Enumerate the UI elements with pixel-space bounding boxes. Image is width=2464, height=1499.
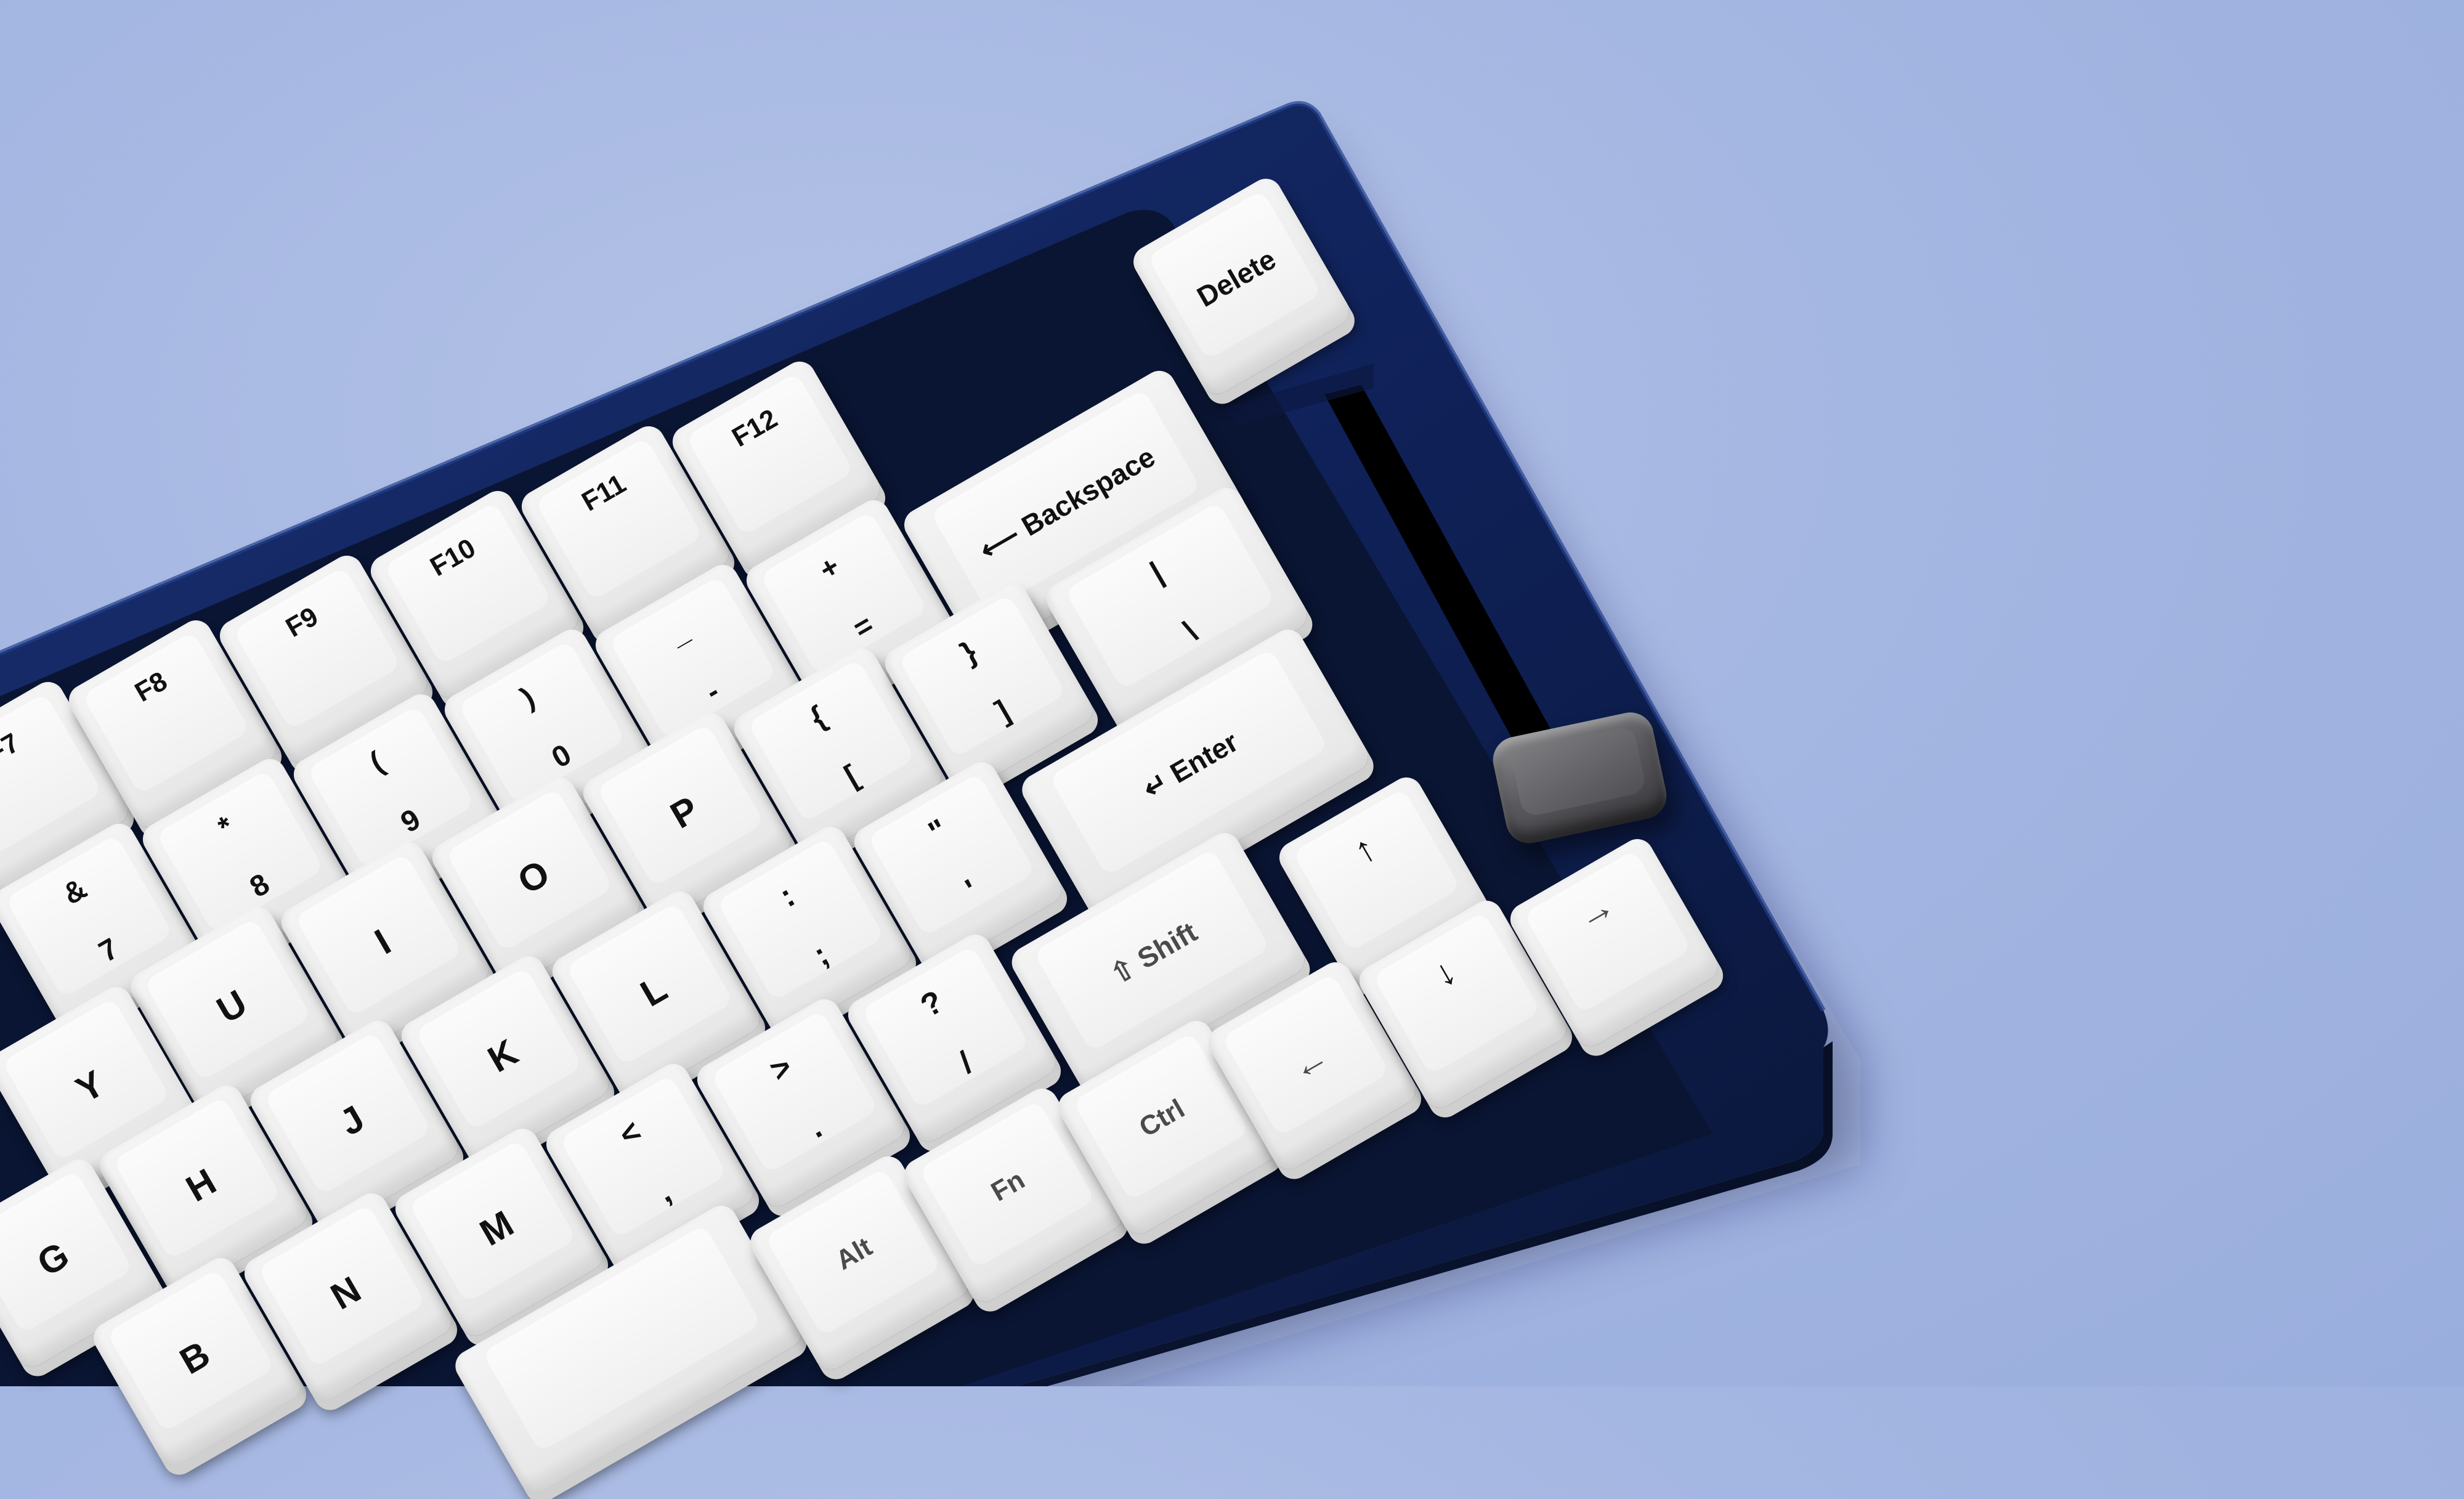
keyboard-scene: Delete F7 F8 F9 F10 F11 F12 & 7 * 8 ( 9 xyxy=(0,0,2464,1499)
slider-knob-top xyxy=(1509,725,1648,818)
